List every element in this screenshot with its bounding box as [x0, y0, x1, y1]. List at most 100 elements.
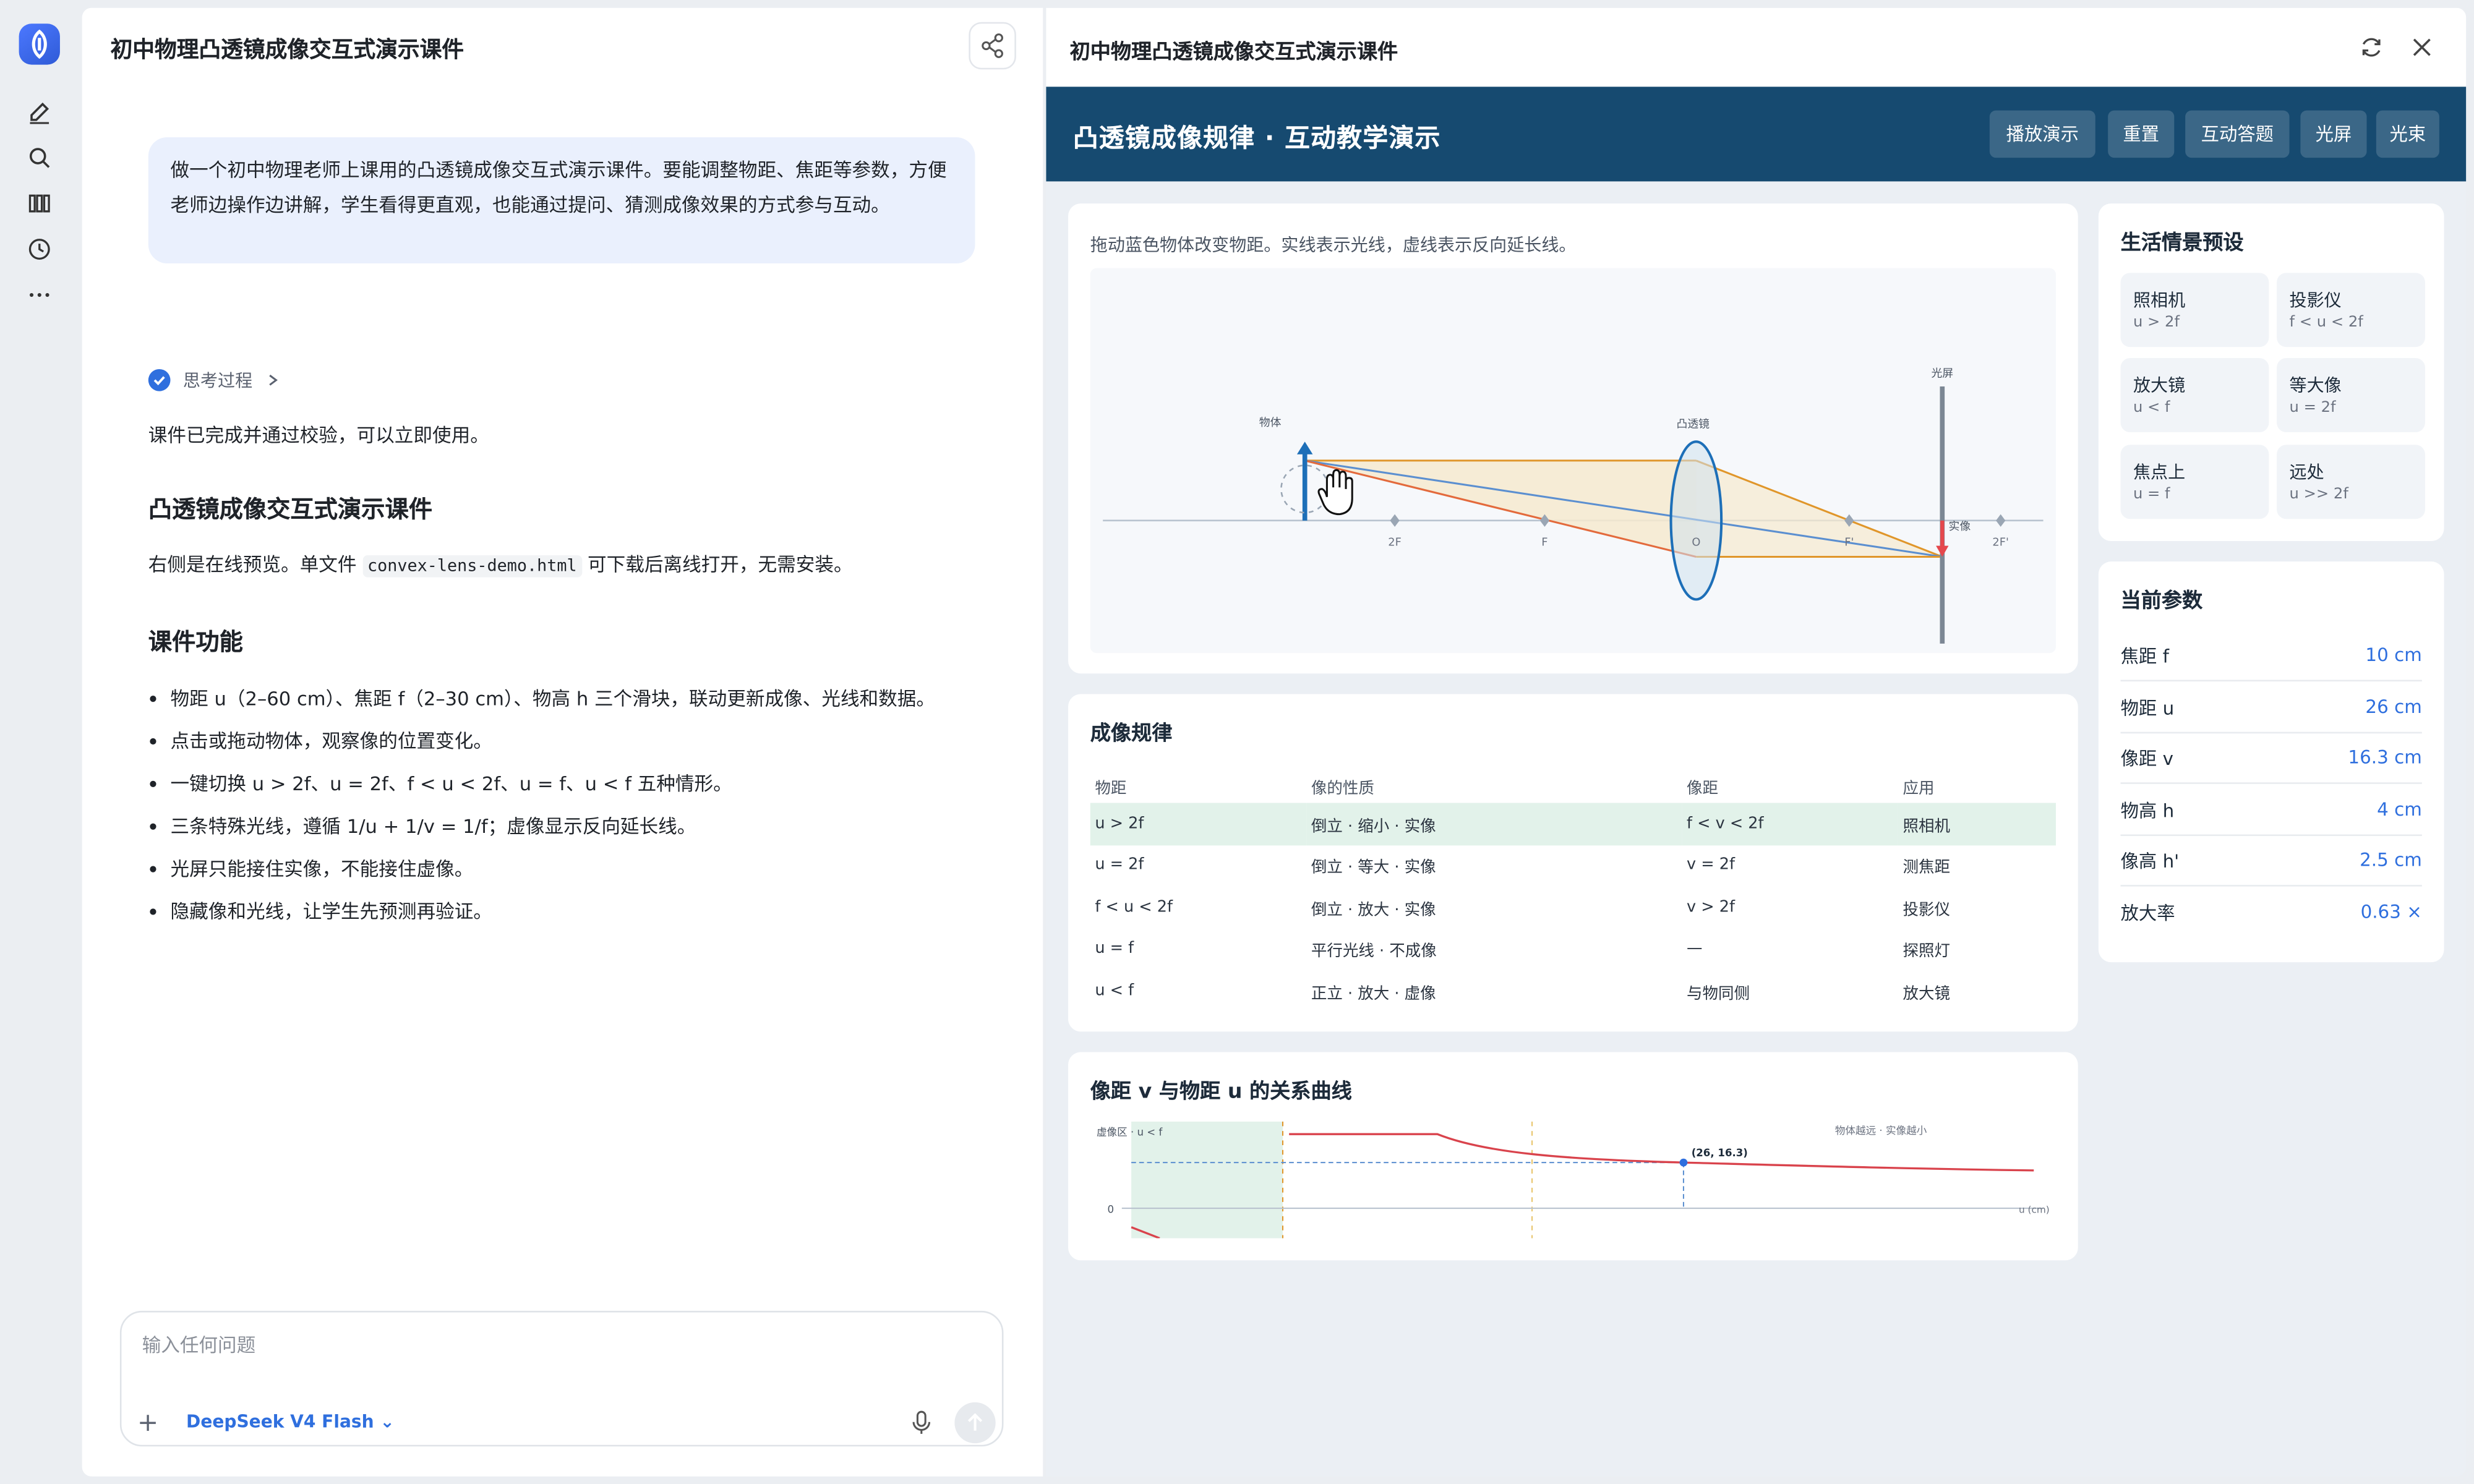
- cell: 平行光线 · 不成像: [1311, 944, 1437, 962]
- focus-2f-right: [1996, 514, 2006, 527]
- reset-button[interactable]: 重置: [2108, 110, 2175, 158]
- label-object: 物体: [1259, 416, 1282, 429]
- label-screen: 光屏: [1931, 367, 1953, 380]
- preview-note-pre: 右侧是在线预览。单文件: [148, 553, 363, 576]
- add-attachment-icon[interactable]: +: [137, 1407, 158, 1437]
- microphone-icon[interactable]: [910, 1410, 933, 1436]
- table-row[interactable]: u = f 平行光线 · 不成像 — 探照灯: [1090, 928, 2056, 970]
- app-banner: 凸透镜成像规律 · 互动教学演示 播放演示 重置 互动答题 光屏 光束: [1046, 87, 2467, 182]
- optics-stage[interactable]: 2F F F' 2F' O 凸透镜 物体 光屏 实像: [1090, 268, 2056, 654]
- uv-curve-chart[interactable]: 虚像区 · u < f 0 u (cm) (26, 16.3) 物体越远 · 实…: [1090, 1121, 2056, 1239]
- curve-card: 像距 v 与物距 u 的关系曲线 虚像区 · u < f 0 u (cm) (2…: [1068, 1052, 2078, 1261]
- screen-toggle-button[interactable]: 光屏: [2300, 110, 2367, 158]
- list-item: 光屏只能接住实像，不能接住虚像。: [148, 853, 1001, 896]
- edit-icon[interactable]: [27, 100, 52, 125]
- history-icon[interactable]: [27, 237, 52, 262]
- close-icon[interactable]: [2409, 35, 2434, 60]
- cell: 测焦距: [1903, 859, 1951, 878]
- send-button[interactable]: [954, 1402, 996, 1444]
- far-label: 物体越远 · 实像越小: [1835, 1125, 1927, 1136]
- label-2f: 2F: [1388, 536, 1402, 549]
- play-demo-button[interactable]: 播放演示: [1989, 110, 2095, 158]
- rules-card: 成像规律 物距 像的性质 像距 应用 u > 2f 倒立 · 缩小 · 实像 f <…: [1068, 694, 2078, 1032]
- table-row[interactable]: u > 2f 倒立 · 缩小 · 实像 f < v < 2f 照相机: [1090, 803, 2056, 845]
- param-key: 物高 h: [2120, 800, 2175, 822]
- zero-label: 0: [1107, 1204, 1114, 1216]
- preset-condition: u >> 2f: [2289, 485, 2348, 503]
- cell: 投影仪: [1903, 902, 1951, 919]
- preset-condition: u > 2f: [2133, 313, 2180, 331]
- preset-projector[interactable]: 投影仪 f < u < 2f: [2277, 273, 2425, 348]
- preset-focus[interactable]: 焦点上 u = f: [2120, 445, 2269, 519]
- table-row[interactable]: u = 2f 倒立 · 等大 · 实像 v = 2f 测焦距: [1090, 845, 2056, 887]
- preset-name: 投影仪: [2289, 290, 2342, 311]
- table-row[interactable]: u < f 正立 · 放大 · 虚像 与物同侧 放大镜: [1090, 970, 2056, 1012]
- presets-title: 生活情景预设: [2120, 232, 2244, 256]
- chat-title: 初中物理凸透镜成像交互式演示课件: [110, 38, 464, 64]
- more-icon[interactable]: [27, 283, 52, 308]
- cell: v = 2f: [1687, 856, 1735, 874]
- banner-title: 凸透镜成像规律 · 互动教学演示: [1072, 122, 1441, 153]
- object-arrow-head[interactable]: [1296, 441, 1313, 454]
- current-point[interactable]: [1679, 1158, 1688, 1167]
- label-o: O: [1692, 536, 1700, 549]
- param-row: 放大率 0.63 ×: [2121, 888, 2422, 939]
- model-selector[interactable]: DeepSeek V4 Flash ⌄: [186, 1412, 395, 1432]
- label-f: F: [1541, 536, 1547, 549]
- quiz-button[interactable]: 互动答题: [2185, 110, 2290, 158]
- preview-note: 右侧是在线预览。单文件 convex-lens-demo.html 可下载后离线…: [148, 550, 853, 578]
- param-value: 10 cm: [2365, 643, 2422, 666]
- param-value: 0.63 ×: [2360, 900, 2422, 923]
- logo-icon[interactable]: [19, 23, 60, 65]
- cell: u = 2f: [1095, 856, 1144, 874]
- hand-cursor-icon: [1317, 469, 1353, 516]
- preset-name: 焦点上: [2133, 462, 2186, 483]
- list-item: 三条特殊光线，遵循 1/u + 1/v = 1/f；虚像显示反向延长线。: [148, 811, 1001, 853]
- share-button[interactable]: [969, 22, 1016, 70]
- param-key: 物距 u: [2120, 697, 2175, 720]
- param-value: 2.5 cm: [2360, 848, 2422, 871]
- params-title: 当前参数: [2120, 590, 2203, 614]
- heading-features: 课件功能: [148, 628, 243, 657]
- param-row: 像距 v 16.3 cm: [2120, 733, 2422, 784]
- composer[interactable]: 输入任何问题 + DeepSeek V4 Flash ⌄: [119, 1310, 1004, 1447]
- model-name: DeepSeek V4 Flash: [186, 1412, 374, 1433]
- convex-lens[interactable]: [1669, 440, 1723, 601]
- cell: f < u < 2f: [1095, 898, 1173, 916]
- refresh-icon[interactable]: [2359, 35, 2384, 60]
- col-nature: 像的性质: [1311, 780, 1374, 798]
- preview-panel: 初中物理凸透镜成像交互式演示课件 凸透镜成像规律 · 互动教学演示 播放演示 重…: [1046, 7, 2467, 1477]
- thinking-toggle[interactable]: 思考过程: [148, 367, 281, 393]
- param-row: 焦距 f 10 cm: [2120, 631, 2422, 682]
- col-application: 应用: [1903, 780, 1935, 798]
- preset-far[interactable]: 远处 u >> 2f: [2277, 445, 2425, 519]
- preset-condition: u = 2f: [2289, 399, 2336, 417]
- preset-camera[interactable]: 照相机 u > 2f: [2120, 273, 2269, 348]
- param-key: 放大率: [2120, 902, 2175, 924]
- table-header: 物距 像的性质 像距 应用: [1090, 768, 2056, 803]
- preset-condition: f < u < 2f: [2289, 313, 2363, 331]
- curve-title: 像距 v 与物距 u 的关系曲线: [1090, 1080, 1352, 1104]
- beam-toggle-button[interactable]: 光束: [2376, 110, 2439, 158]
- presets-card: 生活情景预设 照相机 u > 2f 投影仪 f < u < 2f 放大镜 u < f …: [2098, 203, 2444, 541]
- virtual-zone-label: 虚像区 · u < f: [1097, 1127, 1163, 1138]
- preview-note-post: 可下载后离线打开，无需安装。: [581, 553, 853, 576]
- current-point-label: (26, 16.3): [1692, 1147, 1748, 1159]
- rules-table: 物距 像的性质 像距 应用 u > 2f 倒立 · 缩小 · 实像 f < v < …: [1090, 768, 2056, 1012]
- drag-hint: 拖动蓝色物体改变物距。实线表示光线，虚线表示反向延长线。: [1090, 235, 1577, 256]
- chat-panel: 初中物理凸透镜成像交互式演示课件 做一个初中物理老师上课用的凸透镜成像交互式演示…: [82, 7, 1043, 1477]
- label-lens: 凸透镜: [1676, 417, 1710, 430]
- library-icon[interactable]: [27, 191, 52, 216]
- composer-input[interactable]: 输入任何问题: [142, 1331, 256, 1358]
- optics-diagram[interactable]: 2F F F' 2F' O 凸透镜 物体 光屏 实像: [1090, 268, 2056, 653]
- preset-equal[interactable]: 等大像 u = 2f: [2277, 358, 2425, 432]
- table-row[interactable]: f < u < 2f 倒立 · 放大 · 实像 v > 2f 投影仪: [1090, 887, 2056, 929]
- search-icon[interactable]: [27, 145, 52, 171]
- col-distance: 物距: [1095, 780, 1127, 798]
- preset-magnifier[interactable]: 放大镜 u < f: [2120, 358, 2269, 432]
- cell: u < f: [1095, 982, 1134, 1000]
- param-key: 像距 v: [2120, 748, 2173, 770]
- cell: 照相机: [1898, 803, 2056, 845]
- cell: 探照灯: [1903, 944, 1951, 962]
- param-row: 物高 h 4 cm: [2120, 785, 2422, 837]
